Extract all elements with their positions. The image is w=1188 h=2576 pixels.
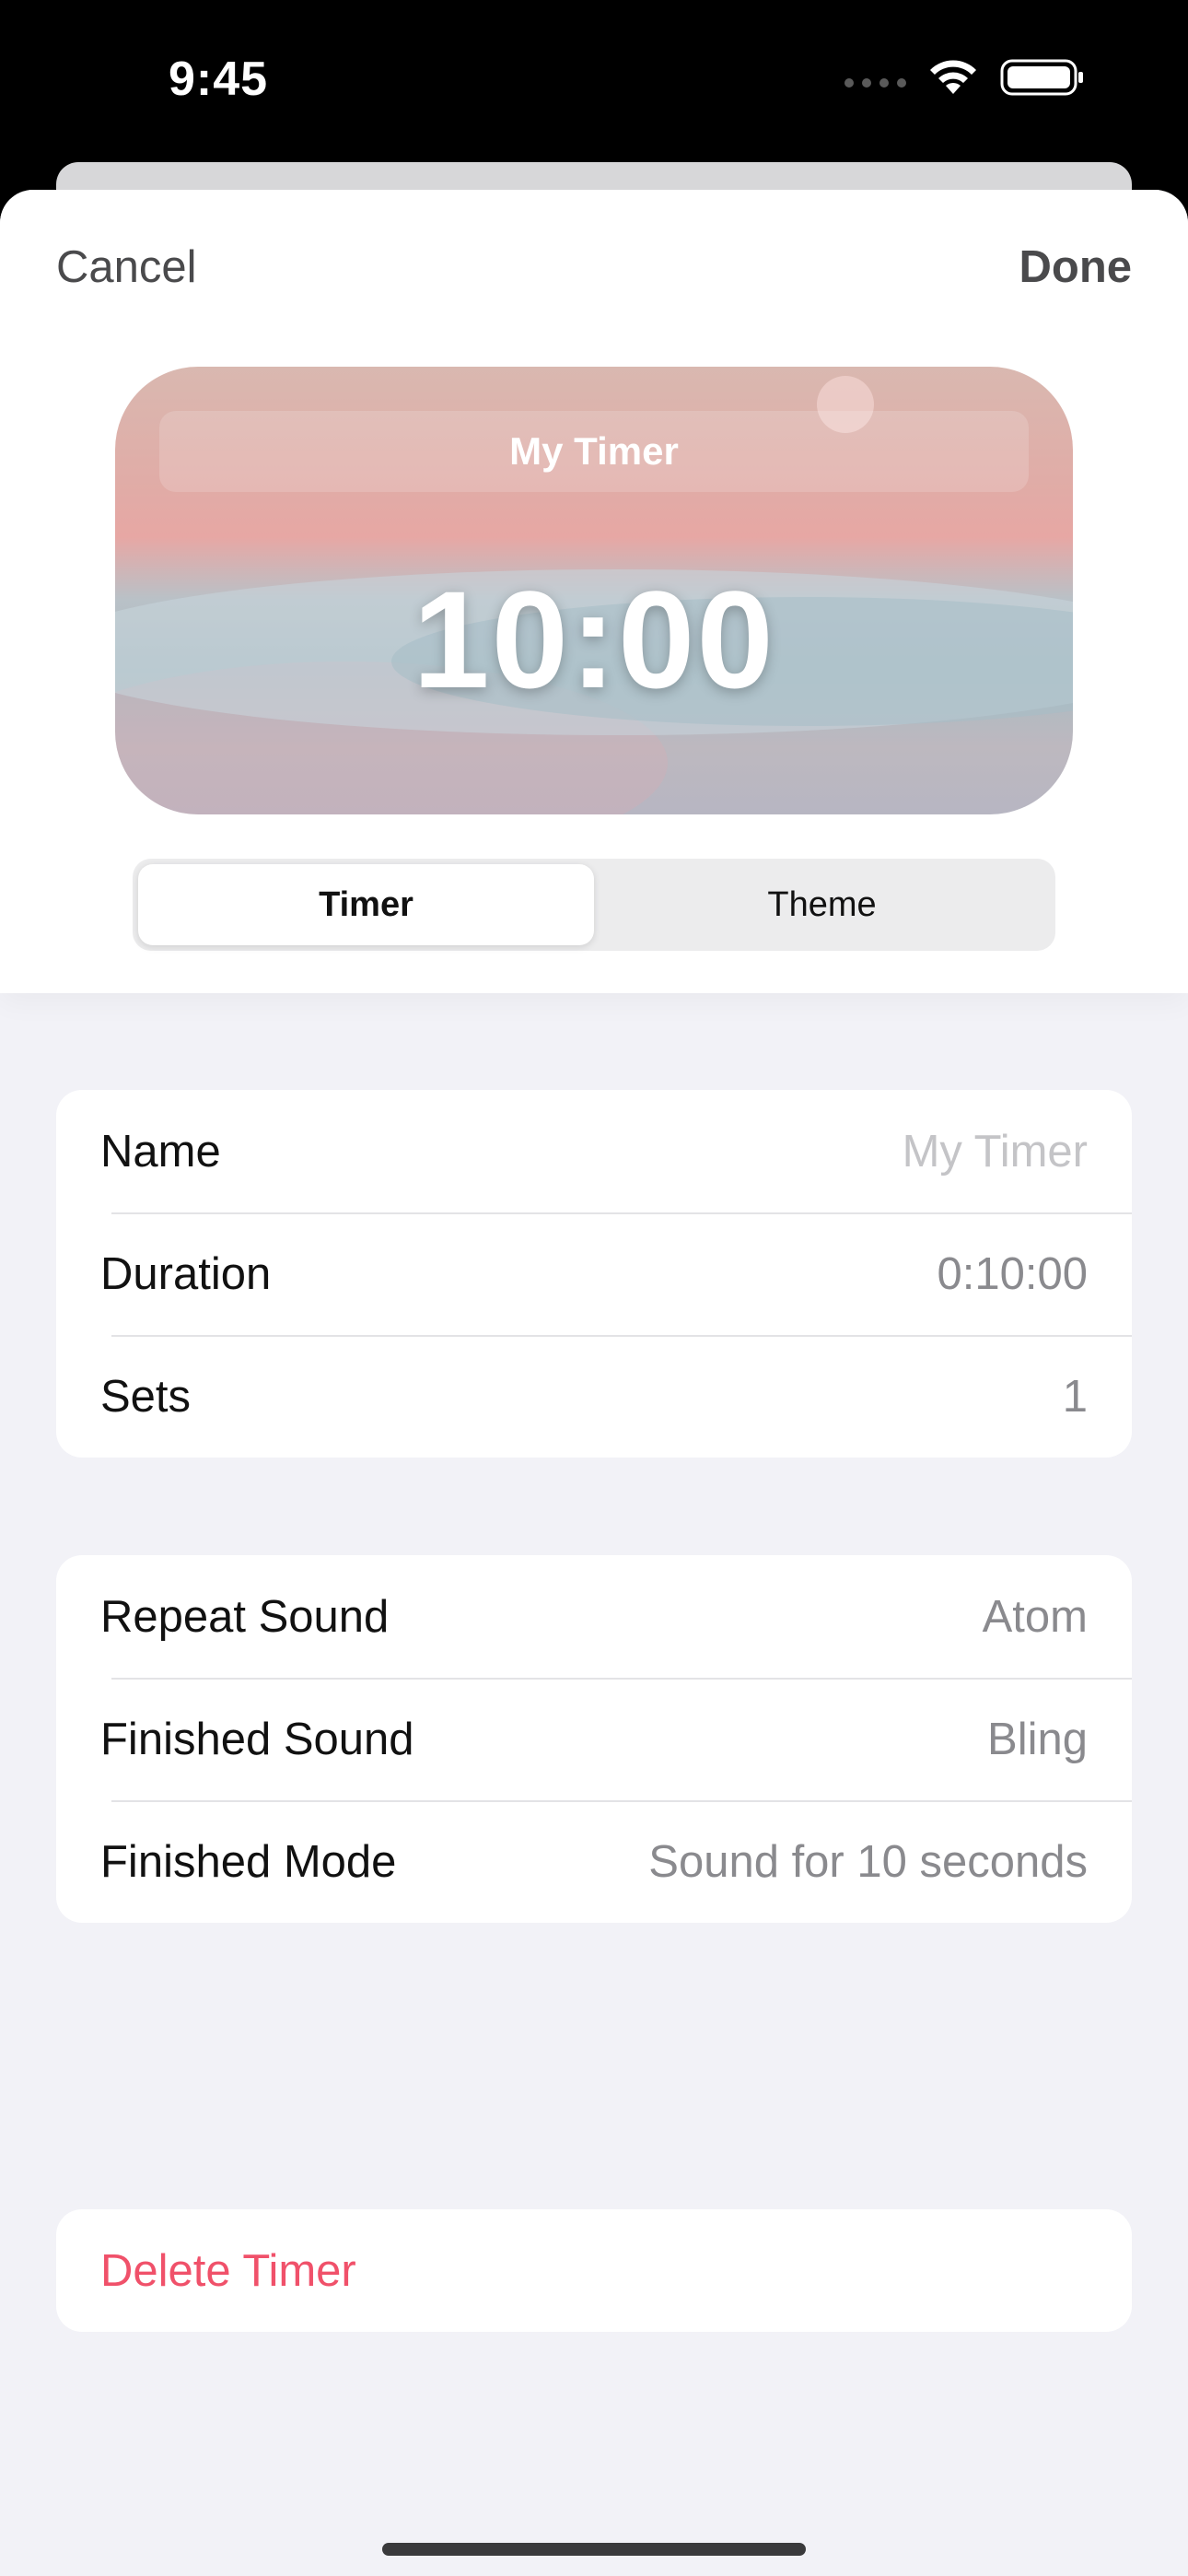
finished-mode-row[interactable]: Finished Mode Sound for 10 seconds <box>56 1800 1132 1923</box>
edit-timer-sheet: Cancel Done My Timer 10:00 Timer Theme N… <box>0 190 1188 2576</box>
timer-settings-group: Name My Timer Duration 0:10:00 Sets 1 <box>56 1090 1132 1458</box>
timer-preview-card: My Timer 10:00 <box>115 367 1073 814</box>
finished-sound-row[interactable]: Finished Sound Bling <box>56 1678 1132 1800</box>
cancel-button[interactable]: Cancel <box>56 241 197 293</box>
sheet-header: Cancel Done My Timer 10:00 Timer Theme <box>0 190 1188 993</box>
sets-row[interactable]: Sets 1 <box>56 1335 1132 1458</box>
finished-mode-value: Sound for 10 seconds <box>648 1836 1088 1887</box>
done-button[interactable]: Done <box>1019 241 1133 293</box>
sound-settings-group: Repeat Sound Atom Finished Sound Bling F… <box>56 1555 1132 1923</box>
repeat-sound-label: Repeat Sound <box>100 1591 390 1642</box>
name-label: Name <box>100 1126 221 1177</box>
status-icons <box>844 57 1085 98</box>
delete-timer-button[interactable]: Delete Timer <box>56 2209 1132 2332</box>
segmented-control: Timer Theme <box>133 859 1055 951</box>
wifi-icon <box>930 60 976 94</box>
sets-label: Sets <box>100 1371 192 1422</box>
status-time: 9:45 <box>169 53 269 106</box>
delete-timer-label: Delete Timer <box>100 2245 356 2296</box>
repeat-sound-row[interactable]: Repeat Sound Atom <box>56 1555 1132 1678</box>
delete-group: Delete Timer <box>56 2209 1132 2332</box>
tab-theme[interactable]: Theme <box>594 864 1050 945</box>
battery-icon <box>1000 59 1083 96</box>
finished-mode-label: Finished Mode <box>100 1836 397 1887</box>
name-field[interactable]: My Timer <box>903 1126 1088 1177</box>
duration-label: Duration <box>100 1248 272 1299</box>
signal-dots-icon <box>844 78 906 88</box>
preview-timer-name: My Timer <box>159 411 1029 492</box>
name-row[interactable]: Name My Timer <box>56 1090 1132 1212</box>
duration-row[interactable]: Duration 0:10:00 <box>56 1212 1132 1335</box>
finished-sound-label: Finished Sound <box>100 1714 414 1764</box>
repeat-sound-value: Atom <box>982 1591 1088 1642</box>
duration-value: 0:10:00 <box>937 1248 1089 1299</box>
finished-sound-value: Bling <box>987 1714 1088 1764</box>
sets-value: 1 <box>1062 1371 1088 1422</box>
preview-timer-time: 10:00 <box>413 562 775 717</box>
home-indicator[interactable] <box>382 2543 806 2556</box>
tab-timer[interactable]: Timer <box>138 864 594 945</box>
status-bar: 9:45 <box>0 0 1188 166</box>
